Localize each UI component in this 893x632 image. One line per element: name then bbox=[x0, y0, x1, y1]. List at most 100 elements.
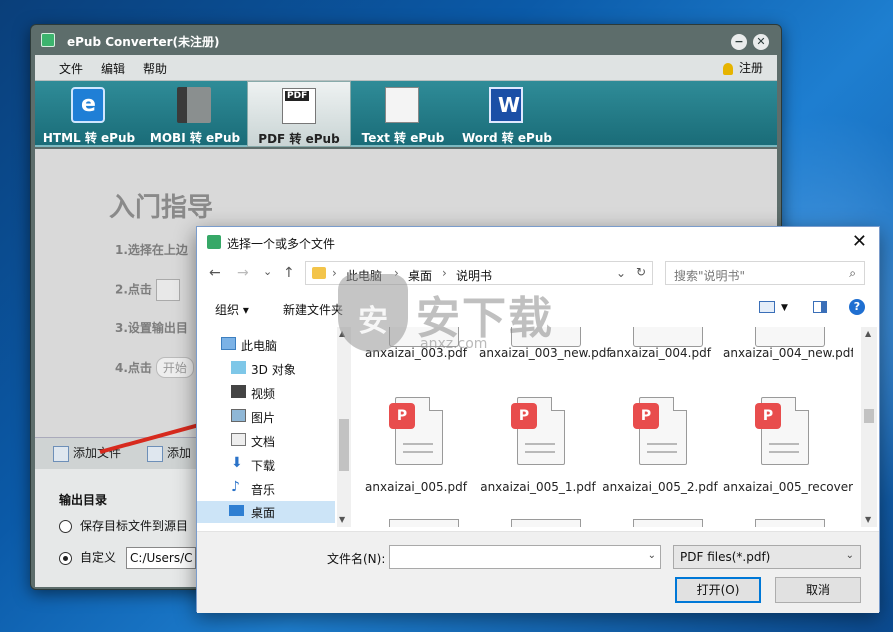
app-title: ePub Converter(未注册) bbox=[67, 35, 220, 49]
search-input[interactable]: 搜索"说明书" ⌕ bbox=[665, 261, 865, 285]
menu-edit[interactable]: 编辑 bbox=[101, 60, 125, 77]
chevron-down-icon: ⌄ bbox=[845, 550, 854, 561]
pdf-file-icon-partial bbox=[633, 327, 703, 347]
picture-icon bbox=[231, 409, 246, 422]
close-button[interactable]: ✕ bbox=[753, 34, 769, 50]
dialog-titlebar: 选择一个或多个文件 ✕ bbox=[197, 227, 879, 257]
video-icon bbox=[231, 385, 246, 398]
nav-desktop[interactable]: 桌面 bbox=[197, 501, 335, 523]
app-titlebar: ePub Converter(未注册) − ✕ bbox=[31, 25, 781, 55]
tab-word-to-epub[interactable]: Word 转 ePub bbox=[455, 81, 559, 147]
file-item[interactable]: P anxaizai_005_1.pdf bbox=[479, 391, 597, 511]
pdf-file-icon-partial bbox=[755, 327, 825, 347]
pdf-icon bbox=[282, 88, 316, 124]
menu-help[interactable]: 帮助 bbox=[143, 60, 167, 77]
scroll-down-icon[interactable]: ▼ bbox=[865, 515, 871, 524]
pdf-file-icon: P bbox=[633, 397, 687, 465]
chevron-down-icon[interactable]: ▼ bbox=[781, 303, 788, 313]
nav-documents[interactable]: 文档 bbox=[231, 433, 275, 450]
add-file-button[interactable]: 添加文件 bbox=[53, 444, 121, 462]
nav-downloads[interactable]: ⬇ 下载 bbox=[231, 456, 275, 474]
pdf-file-icon: P bbox=[389, 397, 443, 465]
tab-html-to-epub[interactable]: HTML 转 ePub bbox=[37, 81, 141, 147]
organize-button[interactable]: 组织 ▾ bbox=[215, 301, 249, 318]
radio-custom[interactable]: 自定义 C:/Users/C bbox=[59, 547, 197, 569]
mobi-icon bbox=[177, 87, 211, 123]
step-3: 3.设置输出目 bbox=[115, 321, 188, 335]
nav-music[interactable]: ♪ 音乐 bbox=[231, 480, 275, 498]
filename-input[interactable]: ⌄ bbox=[389, 545, 661, 569]
app-logo-icon bbox=[41, 33, 55, 47]
nav-this-pc[interactable]: 此电脑 bbox=[221, 337, 277, 354]
music-note-icon: ♪ bbox=[231, 479, 240, 495]
folder-icon bbox=[312, 267, 326, 279]
radio-save-to-source[interactable]: 保存目标文件到源目 bbox=[59, 517, 188, 534]
watermark: 安下载 anxz.com bbox=[338, 274, 558, 360]
help-icon[interactable]: ? bbox=[849, 299, 865, 315]
tab-pdf-to-epub[interactable]: PDF 转 ePub bbox=[247, 81, 351, 147]
pdf-file-icon-partial bbox=[755, 519, 825, 527]
document-icon bbox=[231, 433, 246, 446]
menu-bar: 文件 编辑 帮助 注册 bbox=[35, 55, 777, 81]
pdf-file-icon-partial bbox=[389, 519, 459, 527]
step-1: 1.选择在上边 bbox=[115, 243, 188, 257]
add-file-icon bbox=[155, 279, 180, 301]
html-icon bbox=[71, 87, 105, 123]
chevron-down-icon[interactable]: ⌄ bbox=[616, 266, 626, 280]
scroll-up-icon[interactable]: ▲ bbox=[865, 329, 871, 338]
tab-text-to-epub[interactable]: Text 转 ePub bbox=[351, 81, 455, 147]
dialog-footer: 文件名(N): ⌄ PDF files(*.pdf) ⌄ 打开(O) 取消 bbox=[197, 531, 879, 613]
key-icon bbox=[722, 62, 733, 75]
add-folder-button[interactable]: 添加 bbox=[147, 444, 191, 462]
file-item[interactable]: P anxaizai_005_2.pdf bbox=[601, 391, 719, 511]
step-4: 4.点击 开始 bbox=[115, 357, 194, 378]
filetype-select[interactable]: PDF files(*.pdf) ⌄ bbox=[673, 545, 861, 569]
refresh-icon[interactable]: ↻ bbox=[636, 265, 646, 279]
computer-icon bbox=[221, 337, 236, 350]
custom-path-field[interactable]: C:/Users/C bbox=[126, 547, 197, 569]
dialog-app-icon bbox=[207, 235, 221, 249]
pdf-file-icon-partial bbox=[633, 519, 703, 527]
scroll-down-icon[interactable]: ▼ bbox=[339, 515, 345, 524]
cancel-button[interactable]: 取消 bbox=[775, 577, 861, 603]
nav-pictures[interactable]: 图片 bbox=[231, 409, 275, 426]
pdf-file-icon: P bbox=[755, 397, 809, 465]
converter-toolbar: HTML 转 ePub MOBI 转 ePub PDF 转 ePub Text … bbox=[35, 81, 777, 147]
download-arrow-icon: ⬇ bbox=[231, 455, 243, 471]
radio-icon bbox=[59, 520, 72, 533]
word-icon bbox=[489, 87, 523, 123]
preview-pane-icon[interactable] bbox=[813, 301, 827, 313]
back-arrow-icon[interactable]: ← bbox=[209, 265, 221, 281]
file-item[interactable]: P anxaizai_005_recovered.pdf bbox=[723, 391, 853, 511]
dialog-title: 选择一个或多个文件 bbox=[227, 237, 336, 251]
up-arrow-icon[interactable]: ↑ bbox=[283, 265, 295, 281]
watermark-shield-icon bbox=[338, 274, 408, 352]
nav-videos[interactable]: 视频 bbox=[231, 385, 275, 402]
navigation-pane: 此电脑 3D 对象 视频 图片 文档 ⬇ 下载 ♪ 音乐 桌面 bbox=[197, 327, 351, 527]
text-icon bbox=[385, 87, 419, 123]
recent-locations-icon[interactable]: ⌄ bbox=[263, 265, 272, 278]
minimize-button[interactable]: − bbox=[731, 34, 747, 50]
file-list-scrollbar[interactable]: ▲ ▼ bbox=[861, 327, 877, 527]
chevron-down-icon[interactable]: ⌄ bbox=[648, 550, 656, 561]
filename-label: 文件名(N): bbox=[327, 552, 386, 566]
dialog-close-button[interactable]: ✕ bbox=[852, 231, 867, 252]
pdf-file-icon-partial bbox=[511, 519, 581, 527]
radio-selected-icon bbox=[59, 551, 72, 565]
file-item[interactable]: P anxaizai_005.pdf bbox=[357, 391, 475, 511]
menu-file[interactable]: 文件 bbox=[59, 60, 83, 77]
nav-scroll-thumb[interactable] bbox=[339, 419, 349, 471]
file-scroll-thumb[interactable] bbox=[864, 409, 874, 423]
new-folder-button[interactable]: 新建文件夹 bbox=[283, 301, 343, 318]
output-title: 输出目录 bbox=[59, 493, 108, 507]
open-button[interactable]: 打开(O) bbox=[675, 577, 761, 603]
nav-3d-objects[interactable]: 3D 对象 bbox=[231, 361, 296, 378]
register-button[interactable]: 注册 bbox=[722, 59, 763, 76]
search-icon: ⌕ bbox=[849, 266, 856, 280]
forward-arrow-icon[interactable]: → bbox=[237, 265, 249, 281]
view-options-icon[interactable] bbox=[759, 301, 775, 313]
desktop-icon bbox=[229, 505, 244, 516]
tab-mobi-to-epub[interactable]: MOBI 转 ePub bbox=[143, 81, 247, 147]
add-folder-icon bbox=[147, 445, 163, 462]
cube-icon bbox=[231, 361, 246, 374]
